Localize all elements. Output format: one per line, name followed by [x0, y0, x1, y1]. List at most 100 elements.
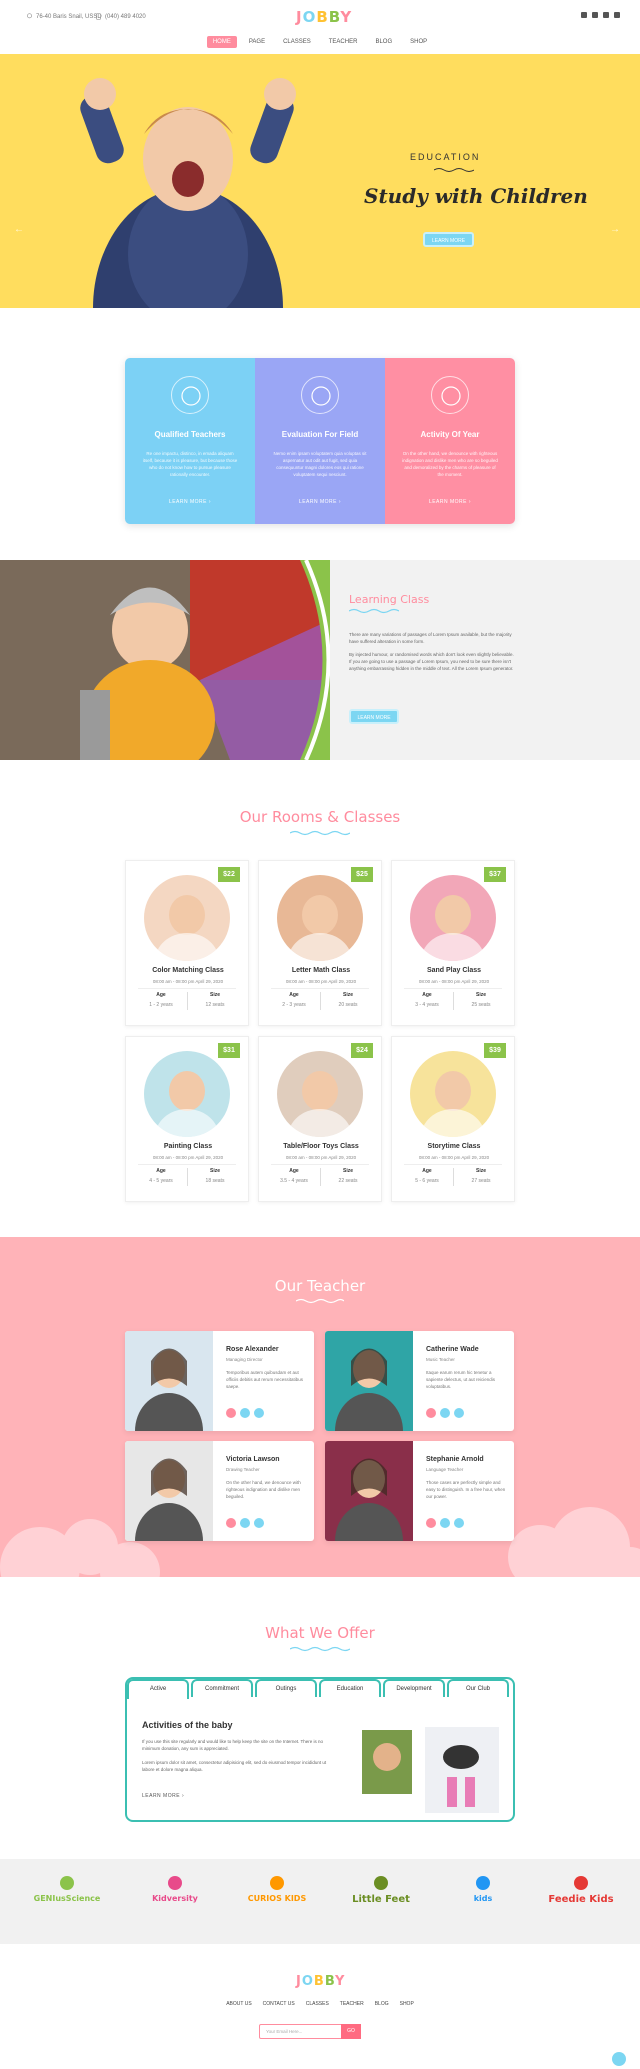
teacher-card: Stephanie Arnold Language Teacher Those ca…	[325, 1441, 514, 1541]
footer-logo[interactable]: JOBBY	[296, 1974, 345, 1989]
size-label: Size	[209, 1168, 220, 1174]
nav-item-teacher[interactable]: TEACHER	[323, 36, 364, 48]
class-schedule: 08:00 am - 08:00 pm April 29, 2020	[285, 979, 357, 984]
slider-prev-arrow[interactable]: ←	[14, 224, 30, 235]
brand-logo[interactable]: Little Feet	[344, 1876, 418, 1905]
teacher-photo	[125, 1331, 213, 1431]
instagram-icon[interactable]	[226, 1408, 236, 1418]
nav-item-classes[interactable]: CLASSES	[277, 36, 317, 48]
footer-nav-item[interactable]: ABOUT US	[226, 2001, 251, 2007]
offer-paragraph-2: Lorem ipsum dolor sit amet, consectetur …	[142, 1760, 327, 1772]
class-card[interactable]: $25 Letter Math Class 08:00 am - 08:00 pm …	[258, 860, 382, 1026]
nav-item-page[interactable]: PAGE	[243, 36, 271, 48]
stat-divider	[453, 992, 454, 1010]
brand-logo[interactable]: Kidversity	[138, 1876, 212, 1903]
tab-active[interactable]: Active	[127, 1679, 189, 1699]
feature-link-label: LEARN MORE	[168, 499, 207, 505]
logo-letter: O	[301, 1974, 314, 1989]
search-icon[interactable]	[614, 12, 620, 18]
class-name: Sand Play Class	[426, 967, 482, 974]
teacher-name: Victoria Lawson	[226, 1456, 280, 1463]
tab-development[interactable]: Development	[383, 1679, 445, 1697]
facebook-icon[interactable]	[454, 1518, 464, 1528]
tab-our-club[interactable]: Our Club	[447, 1679, 509, 1697]
teacher-socials	[226, 1518, 264, 1528]
age-label: Age	[422, 992, 432, 998]
stat-divider	[187, 1168, 188, 1186]
phone-icon	[96, 13, 101, 20]
tab-outings[interactable]: Outings	[255, 1679, 317, 1697]
tab-commitment[interactable]: Commitment	[191, 1679, 253, 1697]
class-divider	[271, 988, 369, 989]
site-logo[interactable]: JOBBY	[296, 8, 352, 26]
class-image	[410, 1051, 496, 1137]
twitter-icon[interactable]	[240, 1518, 250, 1528]
facebook-icon[interactable]	[454, 1408, 464, 1418]
instagram-icon[interactable]	[426, 1408, 436, 1418]
nav-item-shop[interactable]: SHOP	[404, 36, 433, 48]
facebook-icon[interactable]	[254, 1518, 264, 1528]
slider-next-arrow[interactable]: →	[610, 224, 626, 235]
twitter-icon[interactable]	[592, 12, 598, 18]
teacher-card: Victoria Lawson Drawing Teacher On the oth…	[125, 1441, 314, 1541]
brand-logo[interactable]: Feedie Kids	[544, 1876, 618, 1905]
class-card[interactable]: $39 Storytime Class 08:00 am - 08:00 pm Ap…	[391, 1036, 515, 1202]
footer-nav-item[interactable]: CLASSES	[306, 2001, 329, 2007]
footer-nav-item[interactable]: TEACHER	[340, 2001, 364, 2007]
class-card[interactable]: $22 Color Matching Class 08:00 am - 08:00 …	[125, 860, 249, 1026]
logo-letter: B	[313, 1974, 325, 1989]
feature-learn-more-link[interactable]: LEARN MORE ›	[255, 499, 385, 505]
facebook-icon[interactable]	[254, 1408, 264, 1418]
facebook-icon[interactable]	[581, 12, 587, 18]
nav-item-blog[interactable]: BLOG	[369, 36, 398, 48]
brand-name: Little Feet	[352, 1894, 410, 1905]
class-card[interactable]: $37 Sand Play Class 08:00 am - 08:00 pm Ap…	[391, 860, 515, 1026]
brand-mark-icon	[574, 1876, 588, 1890]
feature-title: Qualified Teachers	[154, 430, 226, 439]
age-label: Age	[289, 1168, 299, 1174]
twitter-icon[interactable]	[440, 1518, 450, 1528]
stat-divider	[187, 992, 188, 1010]
class-schedule: 08:00 am - 08:00 pm April 29, 2020	[285, 1155, 357, 1160]
brand-name: Feedie Kids	[548, 1894, 614, 1905]
teachers-title: Our Teacher	[274, 1277, 366, 1295]
teacher-socials	[426, 1408, 464, 1418]
age-label: Age	[156, 1168, 166, 1174]
newsletter-email-input[interactable]: Your Email Here...	[266, 2029, 302, 2034]
instagram-icon[interactable]	[603, 12, 609, 18]
feature-learn-more-link[interactable]: LEARN MORE ›	[385, 499, 515, 505]
tab-education[interactable]: Education	[319, 1679, 381, 1697]
footer-nav-item[interactable]: SHOP	[400, 2001, 414, 2007]
logo-letter: Y	[335, 1974, 346, 1989]
instagram-icon[interactable]	[426, 1518, 436, 1528]
instagram-icon[interactable]	[226, 1518, 236, 1528]
class-card[interactable]: $31 Painting Class 08:00 am - 08:00 pm Apr…	[125, 1036, 249, 1202]
scroll-top-button[interactable]	[612, 2052, 626, 2066]
newsletter-submit-button[interactable]: GO	[341, 2024, 361, 2039]
logo-letter: B	[328, 8, 341, 26]
nav-item-home[interactable]: HOME	[206, 36, 237, 48]
brand-mark-icon	[60, 1876, 74, 1890]
class-card[interactable]: $24 Table/Floor Toys Class 08:00 am - 08:0…	[258, 1036, 382, 1202]
feature-card: Qualified Teachers Re one impactu, distin…	[125, 358, 255, 524]
twitter-icon[interactable]	[440, 1408, 450, 1418]
teacher-bio: Temporibus autem quibusdam et aut offici…	[226, 1370, 303, 1389]
class-divider	[404, 1164, 502, 1165]
class-price-badge: $31	[218, 1043, 240, 1058]
class-divider	[404, 988, 502, 989]
feature-learn-more-link[interactable]: LEARN MORE ›	[125, 499, 255, 505]
twitter-icon[interactable]	[240, 1408, 250, 1418]
brand-logo[interactable]: GENIusScience	[30, 1876, 104, 1903]
footer-nav-item[interactable]: CONTACT US	[263, 2001, 295, 2007]
size-label: Size	[475, 1168, 486, 1174]
star-icon	[301, 376, 339, 414]
offer-learn-more-link[interactable]: LEARN MORE ›	[142, 1793, 184, 1799]
learning-learn-more-button[interactable]: LEARN MORE	[349, 709, 399, 724]
hero-learn-more-button[interactable]: LEARN MORE	[423, 232, 474, 247]
footer-nav-item[interactable]: BLOG	[375, 2001, 389, 2007]
class-divider	[138, 1164, 236, 1165]
brand-logo[interactable]: kids	[446, 1876, 520, 1903]
brand-logo[interactable]: CURIOS KIDS	[240, 1876, 314, 1903]
stat-divider	[320, 1168, 321, 1186]
hero-child-image	[80, 78, 296, 308]
